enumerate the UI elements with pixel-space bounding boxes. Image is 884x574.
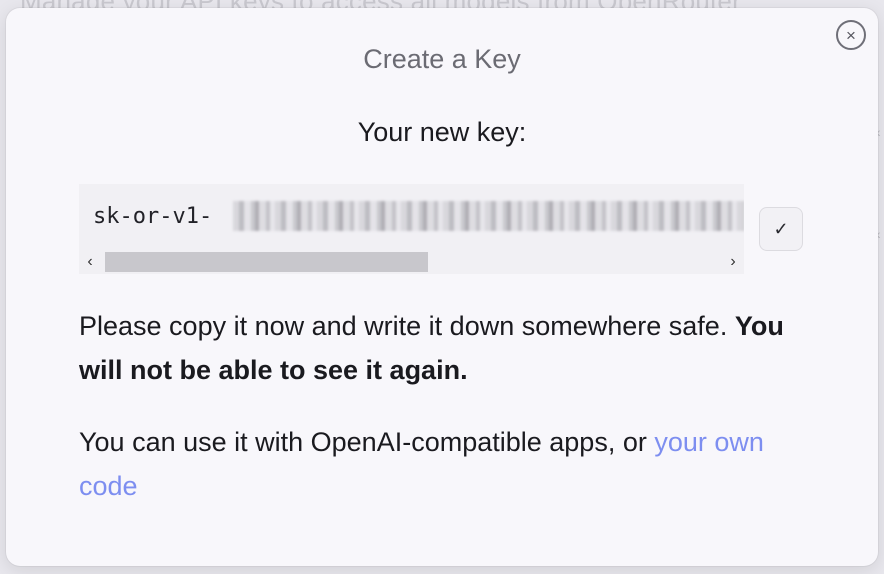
check-icon: ✓	[773, 218, 789, 239]
api-key-field[interactable]: sk-or-v1- ‹ ›	[79, 184, 744, 274]
usage-text: You can use it with OpenAI-compatible ap…	[79, 420, 819, 508]
close-icon: ×	[846, 25, 856, 45]
copy-warning-text: Please copy it now and write it down som…	[79, 304, 819, 392]
api-key-redacted	[233, 201, 744, 231]
scrollbar-thumb[interactable]	[105, 252, 428, 272]
api-key-prefix: sk-or-v1-	[93, 204, 213, 229]
scroll-right-icon[interactable]: ›	[722, 251, 744, 273]
scroll-left-icon[interactable]: ‹	[79, 251, 101, 273]
dialog-title: Create a Key	[363, 44, 521, 74]
create-key-dialog: × Create a Key Your new key: sk-or-v1- ‹…	[6, 8, 878, 566]
usage-description: You can use it with OpenAI-compatible ap…	[79, 427, 655, 457]
dialog-subtitle: Your new key:	[357, 117, 527, 147]
copy-key-button[interactable]: ✓	[759, 207, 803, 251]
horizontal-scrollbar[interactable]: ‹ ›	[79, 250, 744, 274]
copy-instruction: Please copy it now and write it down som…	[79, 311, 735, 341]
